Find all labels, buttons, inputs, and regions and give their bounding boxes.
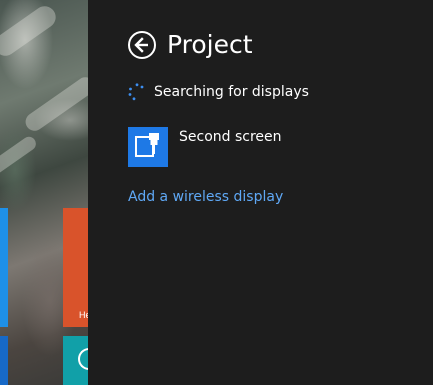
start-tile[interactable]: [0, 208, 8, 327]
project-pane: Project Searching for displays Second sc…: [88, 0, 433, 385]
back-arrow-icon: [134, 37, 148, 53]
add-wireless-display-link[interactable]: Add a wireless display: [128, 189, 283, 205]
display-option-second-screen[interactable]: Second screen: [128, 127, 378, 167]
pane-title: Project: [167, 30, 253, 59]
back-button[interactable]: [128, 31, 156, 59]
search-status: Searching for displays: [154, 84, 309, 100]
background-streak: [0, 1, 60, 61]
display-option-label: Second screen: [179, 129, 282, 145]
start-screen-background: [0, 0, 88, 385]
start-tile[interactable]: [0, 336, 8, 385]
background-streak: [22, 73, 88, 135]
background-streak: [0, 134, 39, 180]
projector-icon: [128, 127, 168, 167]
loading-spinner-icon: [128, 83, 144, 101]
